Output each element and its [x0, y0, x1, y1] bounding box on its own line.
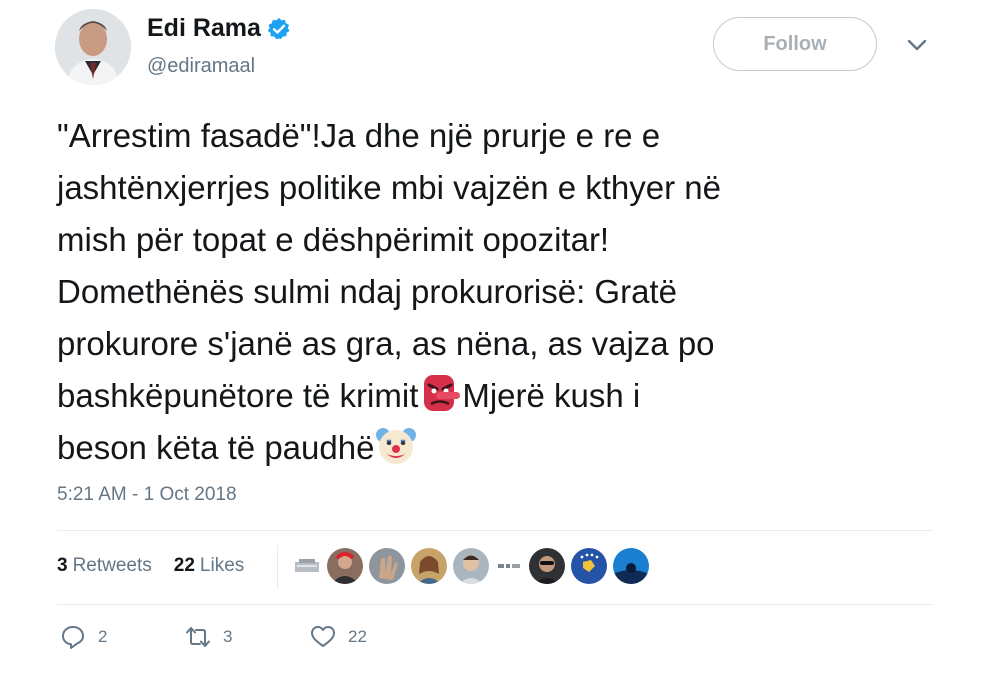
tweet-line-2: jashtënxjerrjes politike mbi vajzën e kt…	[57, 169, 721, 206]
like-count: 22	[348, 627, 367, 646]
liker-avatar-3[interactable]	[369, 548, 405, 584]
retweet-icon	[186, 627, 210, 647]
liker-avatar-4[interactable]	[411, 548, 447, 584]
retweets-stat[interactable]: 3 Retweets	[57, 555, 152, 577]
liker-avatar-2[interactable]	[327, 548, 363, 584]
divider-top	[57, 530, 933, 531]
tweet-line-6b: Mjerë kush i	[462, 377, 641, 414]
retweets-label: Retweets	[72, 555, 152, 576]
heart-icon	[311, 626, 335, 647]
liker-avatar-9[interactable]	[613, 548, 649, 584]
tweet-card: Edi Rama @ediramaal Follow "Arrestim fas…	[0, 0, 990, 690]
reply-icon	[62, 626, 84, 649]
tweet-line-5: prokurore s'janë as gra, as nëna, as vaj…	[57, 325, 715, 362]
retweet-button[interactable]: 3	[185, 624, 310, 650]
likes-stat[interactable]: 22 Likes	[174, 555, 245, 577]
follow-button[interactable]: Follow	[713, 17, 877, 71]
clown-face-emoji-icon	[374, 423, 418, 467]
retweet-count: 3	[223, 627, 233, 646]
liker-avatar-1[interactable]	[293, 556, 321, 576]
chevron-down-icon[interactable]	[905, 37, 929, 53]
tweet-timestamp[interactable]: 5:21 AM - 1 Oct 2018	[57, 484, 237, 506]
tweet-actions: 2 3 22	[60, 624, 435, 650]
liker-avatars	[293, 548, 649, 584]
liker-avatar-6[interactable]	[495, 556, 523, 576]
tweet-line-6a: bashkëpunëtore të krimit	[57, 377, 419, 414]
tweet-line-3: mish për topat e dëshpërimit opozitar!	[57, 221, 610, 258]
tweet-line-4: Domethënës sulmi ndaj prokurorisë: Gratë	[57, 273, 677, 310]
author-avatar[interactable]	[55, 9, 131, 85]
tweet-text: "Arrestim fasadë"!Ja dhe një prurje e re…	[57, 110, 937, 474]
tweet-line-7: beson këta të paudhë	[57, 429, 375, 466]
author-name[interactable]: Edi Rama	[147, 14, 261, 43]
liker-avatar-7[interactable]	[529, 548, 565, 584]
like-button[interactable]: 22	[310, 624, 435, 650]
author-handle[interactable]: @ediramaal	[147, 55, 255, 78]
liker-avatar-5[interactable]	[453, 548, 489, 584]
divider-bottom	[57, 604, 933, 605]
tweet-stats: 3 Retweets 22 Likes	[57, 555, 244, 577]
tengu-mask-emoji-icon	[418, 371, 462, 415]
reply-button[interactable]: 2	[60, 624, 185, 650]
tweet-line-1: "Arrestim fasadë"!Ja dhe një prurje e re…	[57, 117, 661, 154]
author-name-row[interactable]: Edi Rama	[147, 14, 291, 43]
likes-count: 22	[173, 555, 195, 576]
stats-separator	[277, 545, 278, 589]
likes-label: Likes	[199, 555, 245, 576]
liker-avatar-8[interactable]	[571, 548, 607, 584]
retweets-count: 3	[57, 555, 68, 576]
verified-badge-icon	[267, 17, 291, 41]
reply-count: 2	[98, 627, 108, 646]
